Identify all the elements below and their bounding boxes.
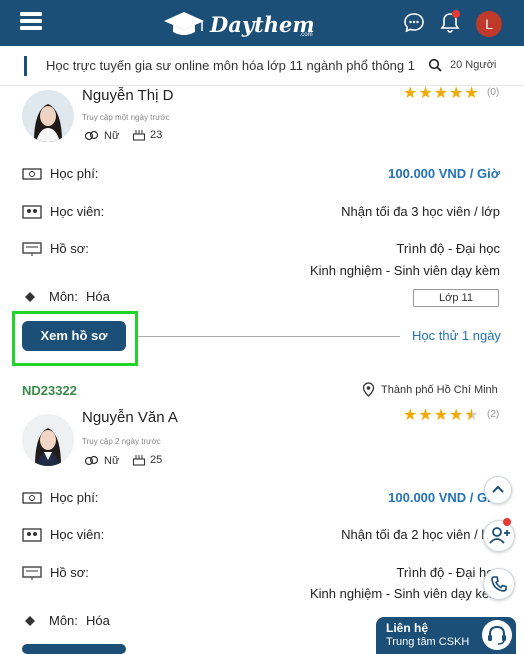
search-summary-bar: Học trực tuyến gia sư online môn hóa lớp… (0, 46, 524, 86)
review-count: (0) (487, 87, 500, 98)
top-bar: Daythem .com L (0, 0, 524, 46)
phone-icon (491, 576, 507, 592)
star-icon: ★ (433, 85, 449, 102)
tutor-portrait-icon (22, 90, 74, 142)
tutor-name[interactable]: Nguyễn Thị D (82, 87, 173, 104)
tutor-location: Thành phố Hồ Chí Minh (362, 382, 498, 397)
subject-label: Môn: (49, 289, 78, 304)
support-widget[interactable]: Liên hệ Trung tâm CSKH (376, 617, 516, 654)
subject-label: Môn: (49, 613, 78, 628)
divider-line (138, 336, 400, 337)
star-half-icon: ★ (464, 407, 479, 424)
diamond-icon (25, 616, 35, 626)
brand-suffix: .com (299, 32, 313, 38)
support-subtitle: Trung tâm CSKH (386, 636, 470, 648)
last-access: Truy cập một ngày trước (82, 113, 170, 122)
profile-icon (22, 242, 42, 256)
star-icon: ★ (464, 85, 479, 102)
gender-text: Nữ (104, 130, 120, 142)
star-icon: ★ (418, 85, 433, 102)
diamond-icon (25, 292, 35, 302)
user-plus-icon (489, 527, 510, 544)
view-profile-button[interactable]: Xem hồ sơ (22, 321, 126, 351)
rating-stars: ★ ★ ★ ★ ★ (403, 405, 479, 425)
profile-level: Trình độ - Đại học (396, 241, 500, 256)
students-icon (22, 528, 42, 542)
graduation-cap-icon (164, 12, 204, 35)
location-text: Thành phố Hồ Chí Minh (381, 383, 498, 396)
profile-icon (22, 566, 42, 580)
tutor-age: 25 (132, 453, 162, 466)
students-value: Nhận tối đa 2 học viên / lớp (341, 527, 500, 542)
fee-value: 100.000 VND / Giờ (388, 166, 500, 181)
add-contact-button[interactable] (483, 520, 515, 552)
fee-label: Học phí: (50, 166, 99, 181)
tutor-card: Nguyễn Thị D Truy cập một ngày trước Nữ … (0, 83, 524, 368)
birthday-cake-icon (132, 130, 146, 141)
gender-icon (84, 130, 99, 141)
notification-dot (452, 10, 460, 18)
age-text: 25 (150, 453, 163, 466)
review-count: (2) (487, 409, 500, 420)
money-icon (22, 168, 42, 180)
brand-logo[interactable]: Daythem .com (162, 8, 315, 40)
last-access: Truy cập 2 ngày trước (82, 437, 161, 446)
gender-text: Nữ (104, 455, 120, 467)
students-value: Nhận tối đa 3 học viên / lớp (341, 204, 500, 219)
profile-experience: Kinh nghiệm - Sinh viên dạy kèm (309, 586, 500, 601)
accent-bar (24, 56, 27, 76)
money-icon (22, 492, 42, 504)
view-profile-button-partial[interactable] (22, 644, 126, 654)
tutor-age: 23 (132, 128, 162, 141)
tutor-gender: Nữ (84, 455, 119, 467)
menu-icon[interactable] (20, 12, 42, 34)
tutor-photo[interactable] (22, 414, 74, 466)
app-frame: Daythem .com L Học trực tuyến gia sư onl… (0, 0, 524, 654)
star-icon: ★ (403, 407, 418, 424)
tutor-gender: Nữ (84, 130, 119, 142)
star-icon: ★ (449, 85, 464, 102)
user-avatar[interactable]: L (476, 11, 502, 37)
trial-link[interactable]: Học thử 1 ngày (412, 328, 501, 343)
star-icon: ★ (433, 407, 449, 424)
rating-stars: ★ ★ ★ ★ ★ (403, 83, 479, 103)
students-icon (22, 205, 42, 219)
tutor-photo[interactable] (22, 90, 74, 142)
students-label: Học viên: (50, 527, 105, 542)
profile-label: Hồ sơ: (50, 565, 89, 580)
subject-value: Hóa (86, 289, 110, 304)
fee-label: Học phí: (50, 490, 99, 505)
tutor-code: ND23322 (22, 383, 77, 398)
subject-value: Hóa (86, 613, 110, 628)
star-icon: ★ (403, 85, 418, 102)
badge-dot (503, 518, 511, 526)
profile-label: Hồ sơ: (50, 241, 89, 256)
chevron-up-icon (492, 485, 504, 493)
age-text: 23 (150, 128, 163, 141)
star-icon: ★ (449, 407, 464, 424)
location-pin-icon (362, 382, 375, 397)
tutor-name[interactable]: Nguyễn Văn A (82, 409, 178, 426)
support-title: Liên hệ (386, 621, 429, 635)
tutor-portrait-icon (22, 414, 74, 466)
search-query-text[interactable]: Học trực tuyến gia sư online môn hóa lớp… (46, 58, 415, 73)
scroll-top-button[interactable] (484, 476, 512, 504)
headset-icon (488, 625, 506, 645)
gender-icon (84, 455, 99, 466)
grade-badge: Lớp 11 (413, 289, 499, 307)
chat-icon[interactable] (402, 11, 426, 35)
star-icon: ★ (418, 407, 433, 424)
tutor-card: ND23322 Thành phố Hồ Chí Minh Nguyễn Văn… (0, 376, 524, 654)
headset-icon-wrap (482, 620, 512, 650)
birthday-cake-icon (132, 455, 146, 466)
search-icon[interactable] (428, 58, 442, 72)
profile-experience: Kinh nghiệm - Sinh viên dạy kèm (309, 263, 500, 278)
students-label: Học viên: (50, 204, 105, 219)
result-count: 20 Người (450, 59, 497, 71)
call-button[interactable] (483, 568, 515, 600)
